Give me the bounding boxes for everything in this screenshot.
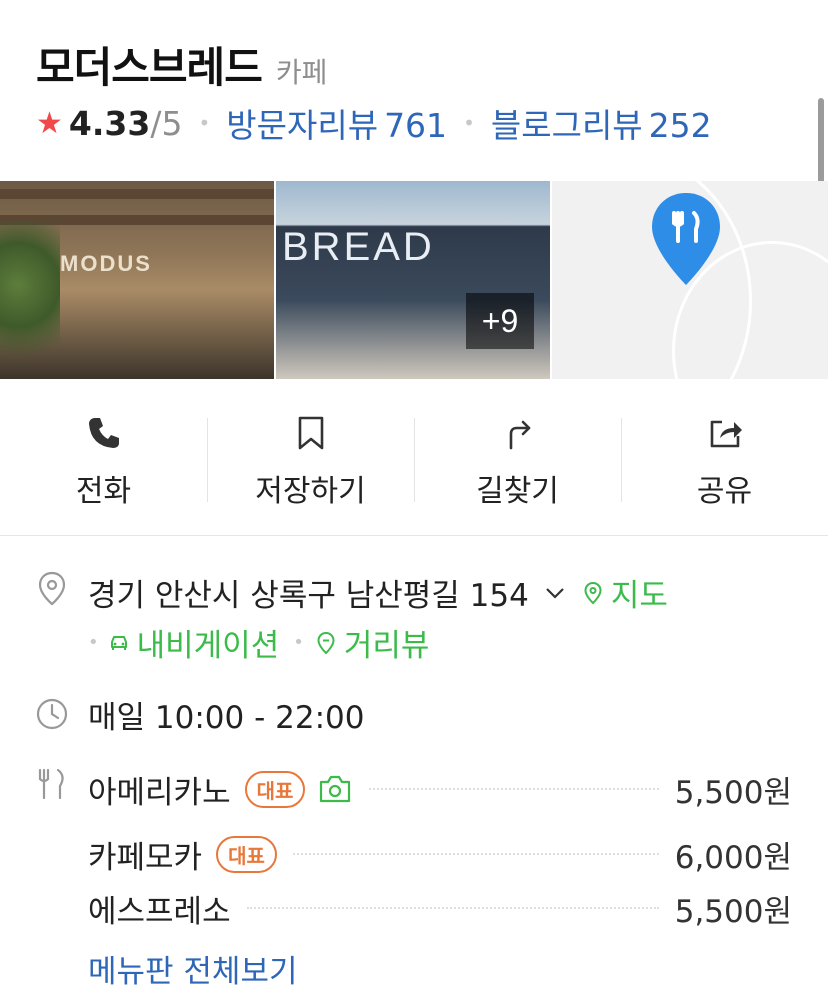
share-icon — [710, 420, 742, 448]
menu-item[interactable]: 에스프레소 5,500원 — [88, 886, 792, 930]
phone-icon — [88, 418, 119, 448]
camera-icon[interactable] — [317, 774, 353, 804]
restaurant-pin-icon — [652, 193, 720, 285]
map-pin-icon — [584, 581, 602, 604]
action-label: 저장하기 — [255, 474, 366, 509]
navigation-link[interactable]: 내비게이션 — [107, 620, 280, 665]
rating-score: 4.33 — [68, 103, 151, 143]
visitor-review-label: 방문자리뷰 — [226, 106, 379, 145]
dotted-leader — [292, 853, 659, 855]
dotted-leader — [369, 788, 659, 790]
street-view-link[interactable]: 거리뷰 — [314, 620, 430, 665]
menu-item-price: 5,500원 — [674, 893, 792, 930]
navigation-row: • 내비게이션 • 거리뷰 — [88, 620, 429, 665]
rating-row: ★ 4.33 /5 • 방문자리뷰 761 • 블로그리뷰 252 — [36, 98, 816, 148]
separator-dot: • — [88, 632, 99, 653]
menu-item[interactable]: 아메리카노 대표 5,500원 — [88, 767, 792, 811]
visitor-review-count: 761 — [384, 106, 448, 145]
map-thumbnail[interactable] — [552, 181, 828, 379]
bookmark-icon — [298, 416, 323, 450]
chevron-down-icon[interactable] — [543, 581, 567, 605]
action-label: 길찾기 — [476, 474, 559, 509]
signature-badge: 대표 — [244, 770, 306, 808]
address-text[interactable]: 경기 안산시 상록구 남산평길 154 — [88, 570, 529, 615]
map-link[interactable]: 지도 — [581, 570, 668, 615]
clock-icon — [36, 698, 68, 730]
blog-review-label: 블로그리뷰 — [490, 106, 643, 145]
plant-decoration — [0, 221, 60, 379]
action-label: 전화 — [75, 474, 132, 509]
star-icon: ★ — [36, 105, 63, 141]
rating-max: /5 — [150, 103, 183, 143]
directions-icon — [509, 420, 530, 450]
location-icon — [38, 571, 66, 606]
photo-interior[interactable]: MODUS — [0, 181, 274, 379]
directions-button[interactable]: 길찾기 — [414, 380, 621, 535]
separator-dot: • — [463, 111, 475, 135]
place-header: 모더스브레드 카페 ★ 4.33 /5 • 방문자리뷰 761 • 블로그리뷰 25… — [36, 34, 816, 148]
menu-item-price: 5,500원 — [674, 774, 792, 811]
blog-review-count: 252 — [648, 106, 712, 145]
place-name: 모더스브레드 — [36, 43, 263, 92]
photo-strip: MODUS BREAD +9 — [0, 181, 828, 379]
signature-badge: 대표 — [216, 835, 277, 873]
car-icon — [110, 635, 127, 650]
title-row: 모더스브레드 카페 — [36, 34, 816, 92]
business-hours: 매일 10:00 - 22:00 — [88, 700, 365, 736]
dotted-leader — [246, 907, 659, 909]
navigation-link-label: 내비게이션 — [136, 628, 280, 664]
save-button[interactable]: 저장하기 — [207, 380, 414, 535]
utensils-icon — [38, 768, 64, 800]
street-view-link-label: 거리뷰 — [343, 628, 430, 664]
blog-review-link[interactable]: 블로그리뷰 252 — [491, 99, 712, 147]
address-row: 경기 안산시 상록구 남산평길 154 지도 — [88, 570, 668, 615]
visitor-review-link[interactable]: 방문자리뷰 761 — [226, 99, 447, 147]
share-button[interactable]: 공유 — [621, 380, 828, 535]
more-photos-badge[interactable]: +9 — [466, 293, 534, 349]
menu-item-price: 6,000원 — [674, 839, 792, 876]
photo-exterior[interactable]: BREAD +9 — [276, 181, 550, 379]
action-bar: 전화 저장하기 길찾기 공유 — [0, 380, 828, 536]
street-view-icon — [317, 631, 335, 654]
photo-sign-modus: MODUS — [60, 251, 152, 276]
place-category: 카페 — [275, 56, 328, 89]
separator-dot: • — [293, 632, 304, 653]
menu-item-name: 아메리카노 — [88, 774, 231, 811]
photo-sign-bread: BREAD — [282, 225, 435, 269]
full-menu-link[interactable]: 메뉴판 전체보기 — [88, 946, 298, 991]
call-button[interactable]: 전화 — [0, 380, 207, 535]
menu-item-name: 카페모카 — [88, 839, 203, 876]
action-label: 공유 — [696, 474, 753, 509]
map-link-label: 지도 — [610, 578, 668, 614]
ceiling-beam — [0, 189, 274, 199]
menu-item[interactable]: 카페모카 대표 6,000원 — [88, 832, 792, 876]
menu-item-name: 에스프레소 — [88, 893, 231, 930]
separator-dot: • — [198, 111, 211, 135]
